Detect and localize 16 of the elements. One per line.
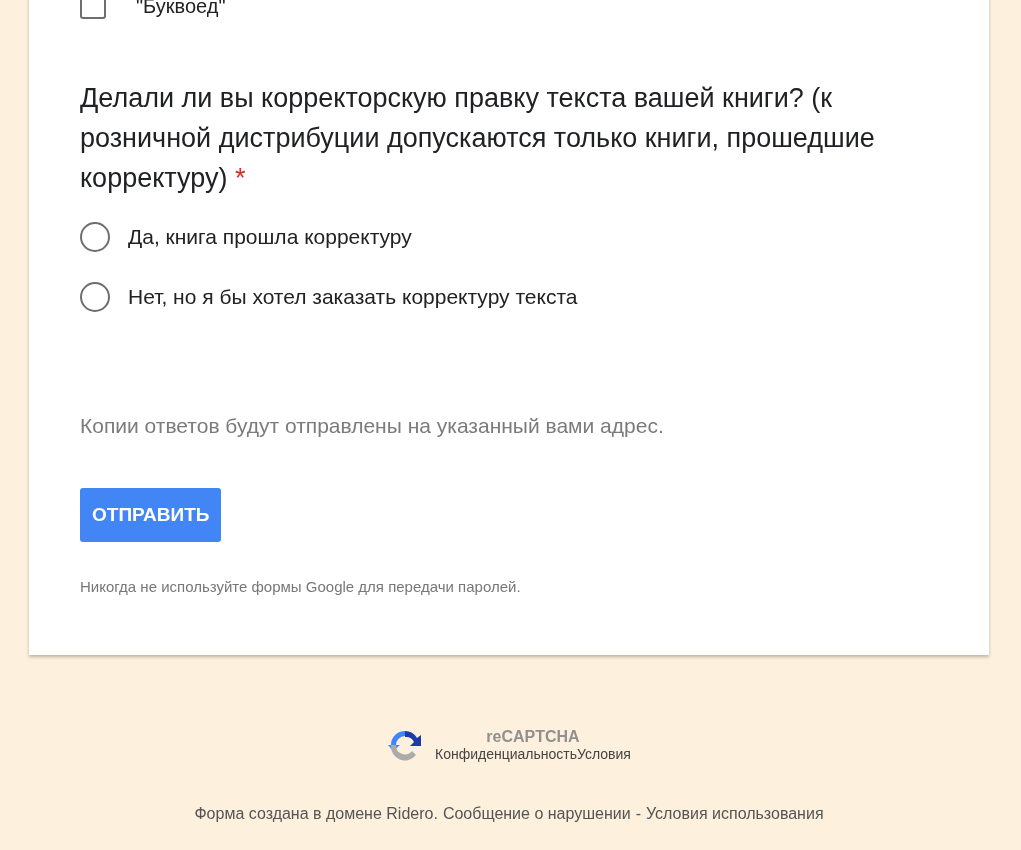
footer-separator: - (635, 805, 641, 823)
footer-link[interactable]: Сообщение о нарушении (442, 805, 631, 823)
password-warning: Никогда не используйте формы Google для передачи паролей. (80, 578, 522, 595)
copy-note: Копии ответов будут отправлены на указанный вами адрес. (80, 414, 665, 438)
option-label: Нет, но я бы хотел заказать корректуру текста (128, 285, 578, 309)
checkbox[interactable] (80, 0, 106, 19)
recaptcha-link[interactable]: Конфиденциальность (435, 746, 578, 762)
radio-button[interactable] (80, 222, 110, 252)
footer-text: Форма создана в домене Ridero. (194, 805, 438, 823)
recaptcha-title: reCAPTCHA (486, 728, 580, 746)
submit-button[interactable]: ОТПРАВИТЬ (80, 488, 222, 542)
question-title: Делали ли вы корректорскую правку текста вашей книги? (к розничной дистрибуции допускаются только книги, прошедшие корректуру) * (80, 82, 876, 195)
radio-button[interactable] (80, 282, 110, 312)
recaptcha-link[interactable]: Условия (577, 746, 631, 762)
footer-link[interactable]: Условия использования (645, 805, 824, 823)
option-label: Да, книга прошла корректуру (128, 225, 412, 249)
